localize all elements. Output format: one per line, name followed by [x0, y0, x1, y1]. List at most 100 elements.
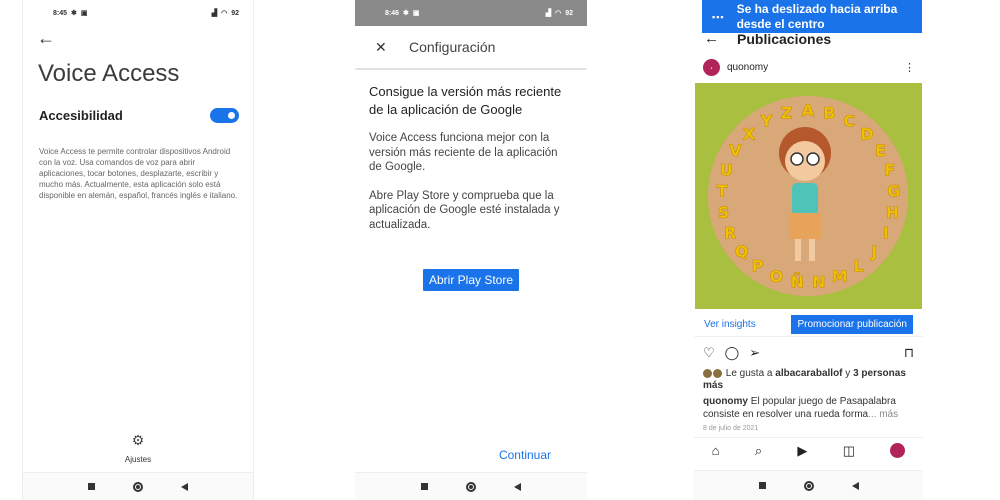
reels-icon[interactable]: ▶	[797, 443, 807, 459]
likes-connector: y	[842, 368, 854, 379]
wheel-letter: N	[812, 272, 825, 291]
nav-bar	[355, 472, 587, 500]
wheel-letter: Z	[781, 104, 793, 123]
wheel-letter: R	[724, 224, 736, 243]
likes-text[interactable]: Le gusta a albacaraballof y 3 personas m…	[703, 368, 915, 392]
post-date: 8 de julio de 2021	[703, 425, 759, 432]
wheel-letter: H	[886, 203, 899, 222]
phone-instagram: ▪▪▪ Se ha deslizado hacia arriba desde e…	[694, 0, 923, 500]
recents-icon[interactable]	[88, 483, 95, 490]
dialog-paragraph-1: Voice Access funciona mejor con la versi…	[369, 132, 558, 173]
settings-label: Ajustes	[124, 455, 152, 464]
wheel-letter: B	[823, 104, 835, 123]
wifi-icon: ◠	[221, 10, 228, 17]
accessibility-toggle[interactable]	[210, 108, 239, 123]
character-skirt	[789, 213, 821, 239]
wheel-letter: J	[870, 242, 877, 261]
shop-icon[interactable]: ◫	[843, 443, 855, 459]
accessibility-row[interactable]: Accesibilidad	[39, 108, 239, 123]
profile-tab-avatar[interactable]	[890, 443, 906, 458]
nav-bar	[694, 470, 923, 500]
comment-icon[interactable]: ◯	[725, 345, 740, 361]
likes-user[interactable]: albacaraballof	[775, 368, 842, 379]
pasapalabra-illustration: A B CDEFGHIJLMNÑOPQRSTUVXY Z	[708, 96, 908, 296]
battery-level: 92	[231, 9, 239, 17]
wheel-letter: Ñ	[791, 272, 804, 291]
post-username[interactable]: quonomy	[727, 62, 904, 73]
wheel-letter: T	[717, 182, 728, 201]
wheel-letter: O	[769, 267, 783, 286]
post-icon-row: ♡ ◯ ➢ ⊓	[703, 345, 914, 361]
liker-avatar	[713, 368, 722, 378]
wheel-letter: A	[802, 101, 815, 120]
bookmark-icon[interactable]: ⊓	[904, 345, 914, 361]
promote-post-button[interactable]: Promocionar publicación	[791, 315, 913, 334]
wheel-letter: P	[752, 257, 764, 276]
back-icon[interactable]	[851, 481, 859, 490]
voice-bars-icon: ▪▪▪	[712, 11, 725, 22]
more-options-icon[interactable]: ⋮	[904, 61, 915, 74]
character-eye-left	[790, 152, 804, 166]
status-bar: 8:46 ✱ ▣ ▟ ◠ 92	[355, 0, 587, 26]
character-leg-right	[809, 239, 815, 261]
wheel-letter: L	[853, 257, 863, 276]
wheel-letter: X	[743, 124, 756, 143]
search-icon[interactable]: ⌕	[755, 443, 762, 459]
view-insights-link[interactable]: Ver insights	[704, 319, 756, 330]
recents-icon[interactable]	[421, 483, 428, 490]
status-time: 8:46	[385, 9, 400, 17]
wheel-letter: I	[883, 224, 889, 243]
wheel-letter: U	[720, 160, 733, 179]
toast-text: Se ha deslizado hacia arriba desde el ce…	[736, 1, 898, 31]
dialog-heading: Consigue la versión más reciente de la a…	[369, 84, 562, 117]
dialog-card: Consigue la versión más reciente de la a…	[355, 70, 587, 472]
recents-icon[interactable]	[758, 482, 766, 489]
gear-icon: ⚙	[131, 432, 145, 448]
share-icon[interactable]: ➢	[749, 345, 760, 361]
likes-prefix: Le gusta a	[725, 368, 776, 379]
character-shirt	[792, 183, 818, 215]
page-title: Voice Access	[38, 60, 180, 87]
heart-icon[interactable]: ♡	[703, 345, 715, 361]
caption-username[interactable]: quonomy	[703, 396, 748, 407]
bluetooth-icon: ✱	[403, 10, 409, 17]
signal-icon: ▟	[545, 10, 552, 17]
home-tab-icon[interactable]: ⌂	[712, 443, 720, 458]
wheel-letter: M	[832, 267, 848, 286]
post-caption: quonomy El popular juego de Pasapalabra …	[703, 395, 915, 421]
app-bar: ✕ Configuración	[355, 26, 587, 68]
back-arrow-icon[interactable]: ←	[37, 28, 55, 49]
post-image[interactable]: ABCDEFGHIJLMNÑOPQRSTUVXYZ	[695, 83, 922, 309]
back-icon[interactable]	[181, 482, 188, 491]
caption-more-link[interactable]: ... más	[868, 409, 898, 420]
home-icon[interactable]	[803, 480, 814, 491]
phone-configuracion: 8:46 ✱ ▣ ▟ ◠ 92 ✕ Configuración Consigue…	[355, 0, 587, 500]
dialog-paragraph-2: Abre Play Store y comprueba que la aplic…	[369, 189, 560, 231]
avatar[interactable]: ●	[703, 59, 720, 76]
battery-level: 92	[565, 9, 573, 17]
liker-avatar	[703, 368, 712, 378]
character-eye-right	[806, 152, 820, 166]
signal-icon: ▟	[211, 10, 218, 17]
description-text: Voice Access te permite controlar dispos…	[39, 147, 238, 200]
continue-button[interactable]: Continuar	[499, 448, 551, 462]
home-icon[interactable]	[466, 481, 476, 492]
close-icon[interactable]: ✕	[375, 39, 409, 56]
post-header: ● quonomy ⋮	[703, 59, 915, 76]
bluetooth-icon: ✱	[71, 10, 77, 17]
wheel-letter: Q	[735, 242, 749, 261]
home-icon[interactable]	[133, 481, 143, 492]
wheel-letter: D	[860, 124, 873, 143]
open-play-store-button[interactable]: Abrir Play Store	[423, 269, 520, 291]
notification-icon: ▣	[412, 10, 420, 17]
wheel-letter: S	[718, 203, 730, 222]
bottom-tab-bar: ⌂ ⌕ ▶ ◫	[694, 437, 923, 463]
accessibility-label: Accesibilidad	[39, 108, 123, 123]
wheel-letter: V	[729, 141, 742, 160]
back-icon[interactable]	[514, 482, 521, 491]
character-leg-left	[795, 239, 801, 261]
wheel-letter: G	[887, 182, 900, 201]
settings-button[interactable]: ⚙ Ajustes	[23, 432, 253, 467]
notification-icon: ▣	[80, 10, 88, 17]
wheel-letter: F	[884, 160, 895, 179]
